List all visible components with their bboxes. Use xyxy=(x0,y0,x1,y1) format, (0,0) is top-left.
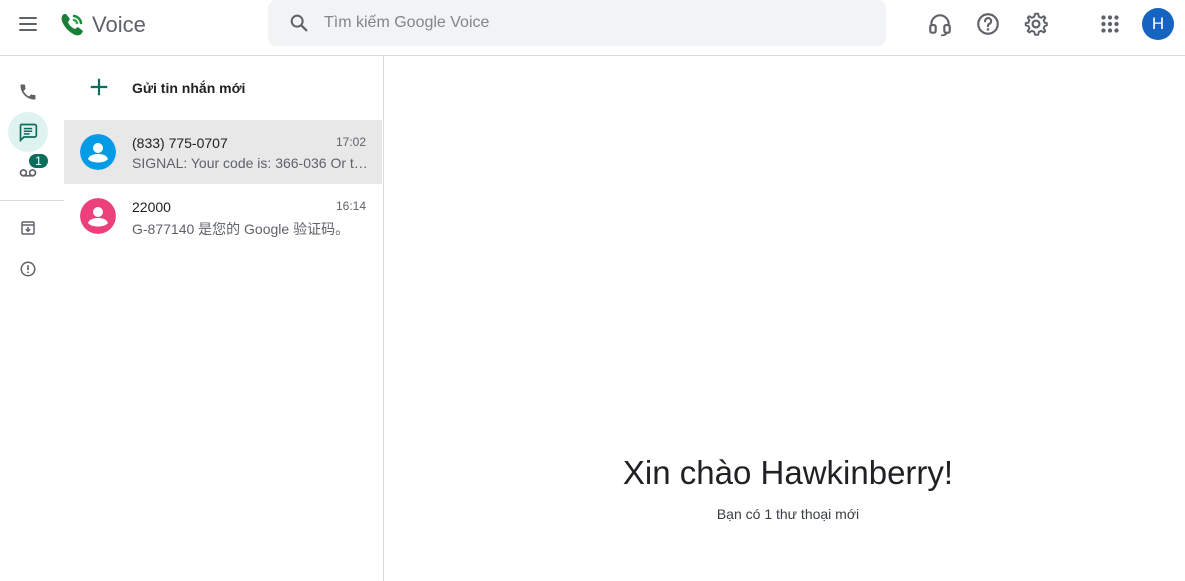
contact-avatar xyxy=(80,198,116,234)
nav-messages[interactable] xyxy=(8,112,48,152)
search-bar[interactable] xyxy=(268,0,886,46)
menu-icon[interactable] xyxy=(16,12,40,36)
person-icon xyxy=(80,198,116,234)
thread-item[interactable]: (833) 775-0707 17:02 SIGNAL: Your code i… xyxy=(64,120,382,184)
archive-icon xyxy=(21,221,35,235)
help-icon[interactable] xyxy=(975,11,1001,37)
thread-snippet: SIGNAL: Your code is: 366-036 Or tap thi… xyxy=(132,155,368,171)
message-icon xyxy=(19,123,38,142)
account-avatar[interactable]: H xyxy=(1142,8,1174,40)
greeting-title: Xin chào Hawkinberry! xyxy=(622,454,954,491)
nav-divider xyxy=(0,200,64,201)
search-input[interactable] xyxy=(324,0,864,46)
conversation-list: Gửi tin nhắn mới (833) 775-0707 17:02 SI… xyxy=(64,56,384,581)
thread-name: (833) 775-0707 xyxy=(132,135,228,151)
main-panel: Xin chào Hawkinberry! Bạn có 1 thư thoại… xyxy=(384,56,1185,581)
nav-calls[interactable] xyxy=(8,72,48,112)
app-title[interactable]: Voice xyxy=(92,12,146,38)
compose-label: Gửi tin nhắn mới xyxy=(132,80,246,96)
plus-icon xyxy=(90,78,108,96)
side-nav: 1 xyxy=(0,56,64,581)
thread-item[interactable]: 22000 16:14 G-877140 是您的 Google 验证码。 xyxy=(64,184,382,248)
voicemail-notice: Bạn có 1 thư thoại mới xyxy=(716,506,860,522)
phone-icon xyxy=(20,84,36,100)
thread-snippet: G-877140 是您的 Google 验证码。 xyxy=(132,221,350,237)
search-icon[interactable] xyxy=(288,12,310,34)
contact-avatar xyxy=(80,134,116,170)
apps-grid-icon[interactable] xyxy=(1097,11,1123,37)
voicemail-badge: 1 xyxy=(28,153,49,169)
thread-time: 17:02 xyxy=(335,135,366,149)
voice-logo-icon[interactable] xyxy=(58,11,86,39)
spam-icon xyxy=(20,261,36,277)
compose-button[interactable]: Gửi tin nhắn mới xyxy=(64,56,382,120)
nav-spam[interactable] xyxy=(8,249,48,289)
nav-archive[interactable] xyxy=(8,208,48,248)
headset-icon[interactable] xyxy=(927,11,953,37)
settings-icon[interactable] xyxy=(1023,11,1049,37)
top-bar: Voice H xyxy=(0,0,1185,56)
thread-time: 16:14 xyxy=(335,199,366,213)
person-icon xyxy=(80,134,116,170)
thread-name: 22000 xyxy=(132,199,171,215)
